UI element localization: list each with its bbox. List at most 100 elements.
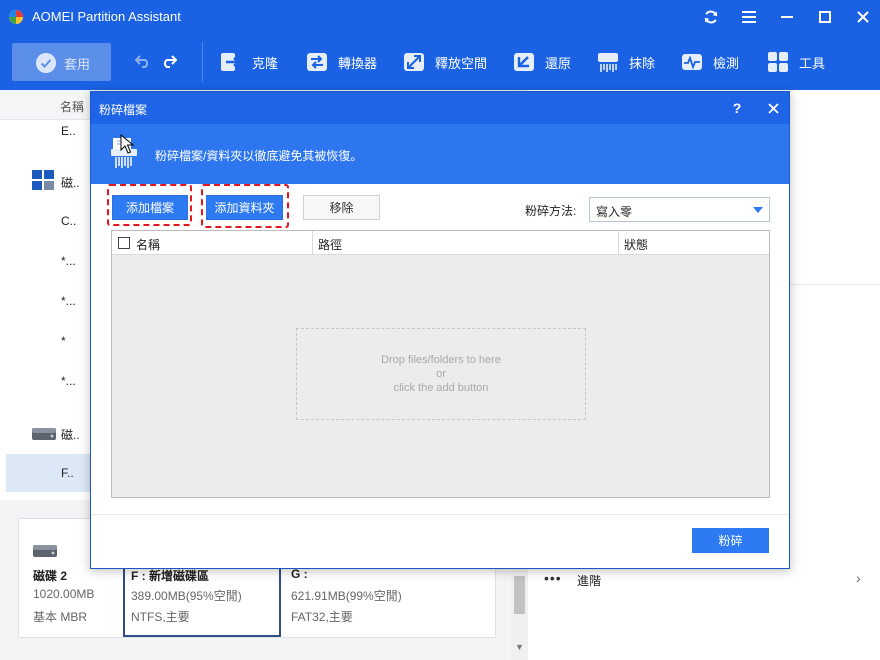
list-item-label: *... [61,374,76,388]
toolbar-tools[interactable]: 工具 [767,50,825,74]
hamburger-menu-icon [742,11,756,23]
advanced-label: 進階 [577,574,602,588]
redo-icon [163,55,177,68]
drop-zone[interactable]: Drop files/folders to here or click the … [296,328,586,420]
file-list-table[interactable]: 名稱 路徑 狀態 Drop files/folders to here or c… [111,230,770,498]
partition-size: 621.91MB(99%空閒) [291,589,402,603]
tools-icon [768,52,788,72]
menu-button[interactable] [738,6,760,28]
scroll-down-arrow-icon[interactable]: ▼ [514,642,525,654]
table-header: 名稱 路徑 狀態 [112,231,769,255]
maximize-button[interactable] [814,6,836,28]
toolbar-converter[interactable]: 轉換器 [306,50,377,74]
dialog-title: 粉碎檔案 [99,103,148,117]
apply-button[interactable]: 套用 [12,43,111,81]
undo-button[interactable] [132,50,154,72]
help-button[interactable]: ? [727,98,747,118]
hard-disk-icon [33,545,57,557]
toolbar-recovery[interactable]: 還原 [513,50,571,74]
main-toolbar: 套用 克隆 轉換器 釋放空間 還原 抹除 檢測 工具 [0,34,880,90]
mouse-cursor-icon [120,134,134,154]
disk-size: 1020.00MB [33,587,95,601]
dialog-titlebar: 粉碎檔案 ? [91,92,789,124]
partition-filesystem: NTFS,主要 [131,610,190,624]
chevron-right-icon: › [856,570,861,586]
dropdown-arrow-icon [753,207,763,213]
list-item-label: C.. [61,214,77,228]
highlight-add-folder [201,184,289,228]
partition-name: G : [291,567,308,581]
hard-disk-icon [32,428,56,440]
column-path[interactable]: 路徑 [318,236,342,253]
column-status[interactable]: 狀態 [624,236,648,253]
list-item-label: 磁.. [61,176,80,190]
close-icon [767,102,779,114]
refresh-icon [704,10,718,24]
convert-icon [307,53,327,71]
wipe-icon [598,53,618,72]
footer-divider [91,514,789,515]
column-name[interactable]: 名稱 [136,236,160,253]
list-item-label: 磁.. [61,428,80,442]
partition-name: F : 新增磁碟區 [131,569,209,583]
toolbar-test-label: 檢測 [713,55,740,71]
column-separator [312,231,313,255]
shred-button[interactable]: 粉碎 [692,528,769,553]
minimize-icon [781,16,793,18]
highlight-add-file [107,184,192,226]
toolbar-tools-label: 工具 [799,55,826,71]
column-separator [618,231,619,255]
recovery-icon [514,53,534,71]
shred-method-value: 寫入零 [596,205,633,219]
partition-size: 389.00MB(95%空閒) [131,589,242,603]
shred-method-label: 粉碎方法: [525,204,577,218]
maximize-icon [819,11,831,23]
select-all-checkbox[interactable] [118,237,130,249]
dialog-banner: 粉碎檔案/資料夾以徹底避免其被恢復。 [91,124,789,184]
list-item-label: * [61,334,66,348]
test-icon [682,54,702,70]
shred-files-dialog: 粉碎檔案 ? 粉碎檔案/資料夾以徹底避免其被恢復。 添加檔案 添加資料夾 移除 … [90,91,790,569]
toolbar-wipe-label: 抹除 [629,55,656,71]
app-titlebar: AOMEI Partition Assistant [0,0,880,34]
clone-icon [221,53,240,71]
list-item-label: *... [61,294,76,308]
app-title: AOMEI Partition Assistant [32,9,181,24]
partition-f-block[interactable]: F : 新增磁碟區 389.00MB(95%空閒) NTFS,主要 [123,557,281,637]
toolbar-wipe[interactable]: 抹除 [597,50,655,74]
list-item-label: *... [61,254,76,268]
shred-method-select[interactable]: 寫入零 [589,197,770,222]
close-icon [857,11,869,23]
toolbar-free-space-label: 釋放空間 [435,55,488,71]
free-space-icon [404,53,424,71]
toolbar-converter-label: 轉換器 [338,55,378,71]
apply-label: 套用 [64,57,91,72]
partition-filesystem: FAT32,主要 [291,610,353,624]
refresh-button[interactable] [700,6,722,28]
list-item-label: F.. [61,466,74,480]
dynamic-disk-icon [32,170,54,190]
check-icon [36,53,56,73]
toolbar-recovery-label: 還原 [545,55,572,71]
aomei-logo-icon [9,10,23,24]
toolbar-clone[interactable]: 克隆 [220,50,278,74]
drop-zone-line: or [436,368,446,380]
redo-button[interactable] [158,50,180,72]
minimize-button[interactable] [776,6,798,28]
drop-zone-line: Drop files/folders to here [381,354,501,366]
partition-g-block[interactable]: G : 621.91MB(99%空閒) FAT32,主要 [287,557,489,637]
more-dots-icon: ••• [544,570,562,586]
disk-name: 磁碟 2 [33,569,68,583]
disk-type: 基本 MBR [33,610,88,624]
drop-zone-line: click the add button [393,382,489,394]
dialog-close-button[interactable] [763,98,783,118]
toolbar-free-space[interactable]: 釋放空間 [403,50,487,74]
toolbar-separator [202,42,203,82]
toolbar-test[interactable]: 檢測 [681,50,739,74]
list-item-label: E.. [61,124,76,138]
scrollbar-thumb[interactable] [514,576,525,614]
close-window-button[interactable] [852,6,874,28]
toolbar-clone-label: 克隆 [252,55,279,71]
dialog-description: 粉碎檔案/資料夾以徹底避免其被恢復。 [155,149,363,163]
remove-button[interactable]: 移除 [303,195,380,220]
